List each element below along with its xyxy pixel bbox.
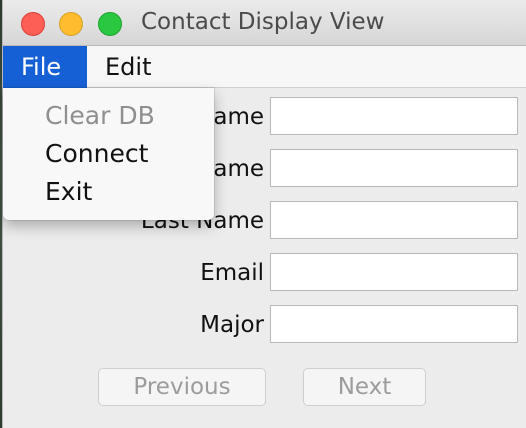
file-menu-dropdown: Clear DB Connect Exit xyxy=(3,88,214,220)
middle-name-label: ame xyxy=(213,156,264,182)
next-button[interactable]: Next xyxy=(303,368,426,406)
zoom-button[interactable] xyxy=(98,12,122,36)
contact-display-window: Contact Display View File Edit ame ame L… xyxy=(2,0,526,428)
middle-name-field[interactable] xyxy=(270,149,518,187)
menu-item-clear-db: Clear DB xyxy=(45,101,155,130)
menu-item-exit[interactable]: Exit xyxy=(45,177,92,206)
minimize-button[interactable] xyxy=(59,12,83,36)
first-name-label: ame xyxy=(213,104,264,130)
menu-edit[interactable]: Edit xyxy=(87,46,169,88)
menu-file[interactable]: File xyxy=(3,46,87,88)
close-button[interactable] xyxy=(21,12,45,36)
email-label: Email xyxy=(200,260,264,286)
previous-button[interactable]: Previous xyxy=(98,368,266,406)
titlebar: Contact Display View xyxy=(3,0,526,46)
major-field[interactable] xyxy=(270,305,518,343)
menubar: File Edit xyxy=(3,46,526,88)
last-name-field[interactable] xyxy=(270,201,518,239)
major-label: Major xyxy=(200,312,264,338)
menu-item-connect[interactable]: Connect xyxy=(45,139,148,168)
window-title: Contact Display View xyxy=(141,9,385,35)
first-name-field[interactable] xyxy=(270,97,518,135)
email-field[interactable] xyxy=(270,253,518,291)
